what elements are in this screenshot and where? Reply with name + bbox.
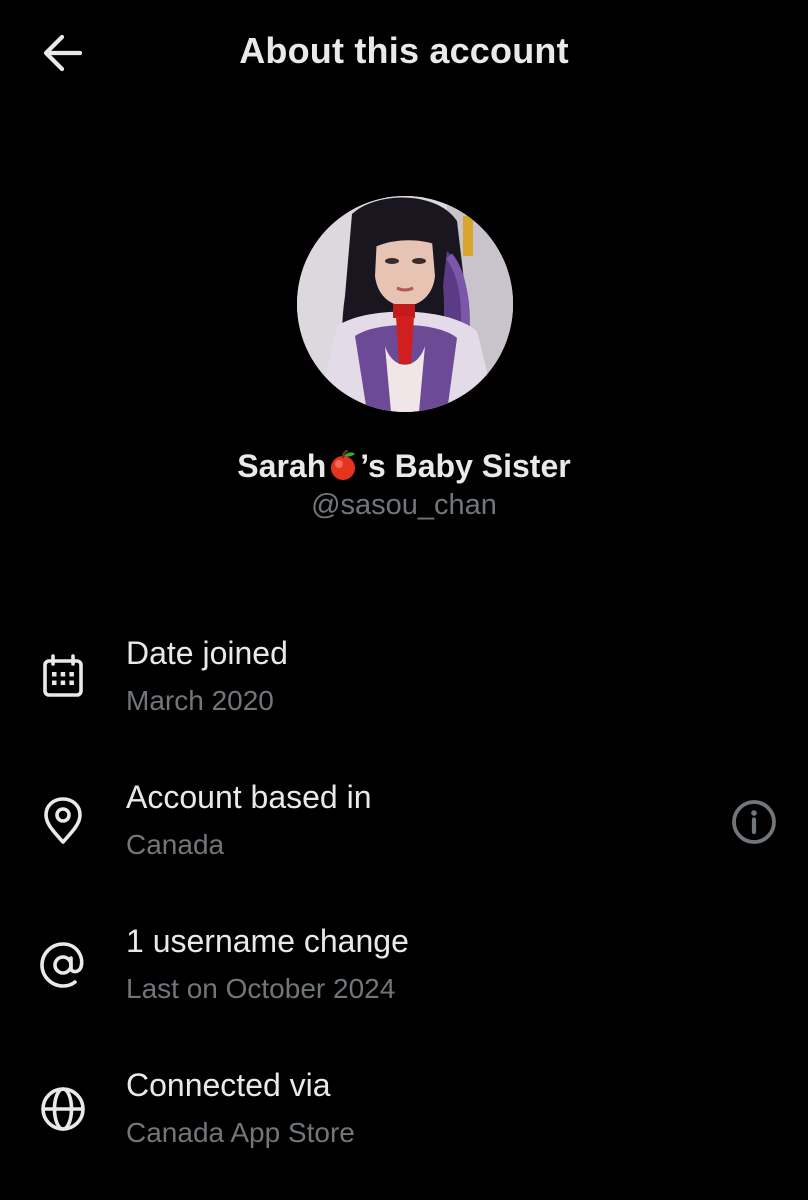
location-pin-icon (36, 794, 90, 848)
account-based-in-title: Account based in (126, 779, 372, 815)
date-joined-value: March 2020 (126, 685, 274, 716)
username-change-title: 1 username change (126, 923, 409, 959)
avatar[interactable] (297, 196, 513, 412)
display-name-part-1: Sarah (237, 448, 327, 484)
info-button[interactable] (728, 796, 780, 848)
globe-icon (36, 1082, 90, 1136)
account-based-in-row: Account based in Canada (0, 774, 808, 884)
connected-via-title: Connected via (126, 1067, 331, 1103)
profile-photo (297, 196, 513, 412)
at-sign-icon (36, 938, 90, 992)
page-title: About this account (239, 30, 569, 71)
top-bar: About this account (0, 0, 808, 110)
date-joined-title: Date joined (126, 635, 288, 671)
username-handle: @sasou_chan (311, 489, 497, 521)
info-icon (732, 800, 776, 844)
display-name-part-2: ’s Baby Sister (360, 448, 571, 484)
username-change-row: 1 username change Last on October 2024 (0, 918, 808, 1028)
apple-emoji-icon (331, 449, 356, 480)
calendar-icon (36, 650, 90, 704)
date-joined-row: Date joined March 2020 (0, 630, 808, 740)
display-name: Sarah ’s Baby Sister (0, 448, 808, 485)
connected-via-row: Connected via Canada App Store (0, 1062, 808, 1172)
username-change-value: Last on October 2024 (126, 973, 396, 1004)
account-based-in-value: Canada (126, 829, 225, 860)
connected-via-value: Canada App Store (126, 1117, 355, 1148)
